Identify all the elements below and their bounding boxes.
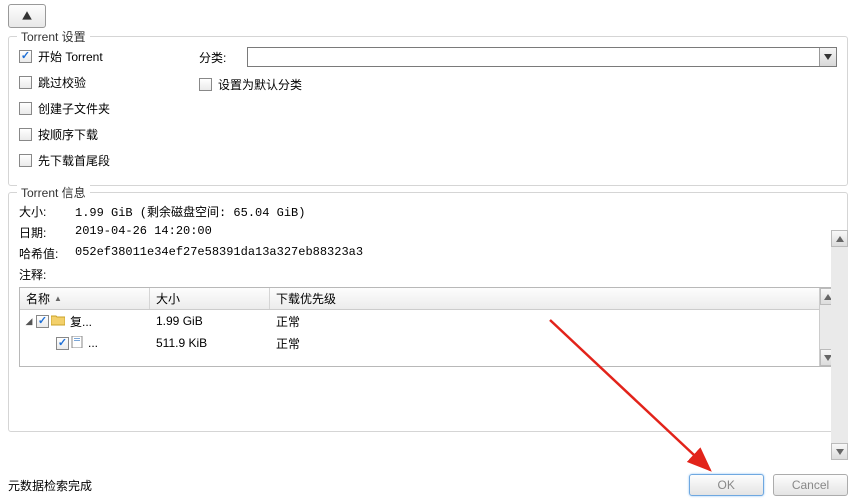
hash-label: 哈希值:	[19, 245, 69, 262]
scroll-up-button[interactable]	[831, 230, 848, 247]
chevron-down-icon	[824, 54, 832, 60]
torrent-info-group: Torrent 信息 大小: 1.99 GiB (剩余磁盘空间: 65.04 G…	[8, 192, 848, 432]
info-legend: Torrent 信息	[17, 184, 90, 201]
file-icon	[71, 336, 83, 351]
column-header-size[interactable]: 大小	[150, 288, 270, 309]
folder-icon	[51, 314, 65, 329]
label-start-torrent: 开始 Torrent	[38, 48, 103, 65]
row-priority: 正常	[270, 313, 836, 330]
collapse-up-button[interactable]	[8, 4, 46, 28]
combobox-dropdown-button[interactable]	[819, 48, 836, 66]
row-checkbox[interactable]	[56, 337, 69, 350]
comment-label: 注释:	[19, 266, 69, 283]
hash-value: 052ef38011e34ef27e58391da13a327eb88323a3	[75, 245, 363, 262]
status-text: 元数据检索完成	[8, 477, 92, 494]
table-row[interactable]: ... 511.9 KiB正常	[20, 332, 836, 354]
checkbox-first-last[interactable]	[19, 154, 32, 167]
tree-toggle[interactable]: ◢	[24, 316, 34, 327]
row-name: 复...	[70, 313, 92, 330]
date-value: 2019-04-26 14:20:00	[75, 224, 212, 241]
torrent-settings-group: Torrent 设置 开始 Torrent 跳过校验 创建子文件夹 按顺序下载 …	[8, 36, 848, 186]
row-name: ...	[88, 336, 98, 350]
settings-legend: Torrent 设置	[17, 28, 90, 45]
column-header-name[interactable]: 名称 ▲	[20, 288, 150, 309]
label-default-category: 设置为默认分类	[218, 76, 302, 93]
size-label: 大小:	[19, 203, 69, 220]
panel-scrollbar[interactable]	[831, 230, 848, 460]
checkbox-sequential[interactable]	[19, 128, 32, 141]
row-size: 1.99 GiB	[150, 314, 270, 328]
label-create-subfolder: 创建子文件夹	[38, 100, 110, 117]
triangle-up-icon	[21, 10, 33, 22]
category-combobox[interactable]	[247, 47, 837, 67]
row-priority: 正常	[270, 335, 836, 352]
table-header: 名称 ▲ 大小 下载优先级	[20, 288, 836, 310]
date-label: 日期:	[19, 224, 69, 241]
checkbox-start-torrent[interactable]	[19, 50, 32, 63]
label-first-last: 先下载首尾段	[38, 152, 110, 169]
table-row[interactable]: ◢ 复... 1.99 GiB正常	[20, 310, 836, 332]
row-checkbox[interactable]	[36, 315, 49, 328]
row-size: 511.9 KiB	[150, 336, 270, 350]
size-value: 1.99 GiB (剩余磁盘空间: 65.04 GiB)	[75, 203, 305, 220]
cancel-button[interactable]: Cancel	[773, 474, 848, 496]
checkbox-default-category[interactable]	[199, 78, 212, 91]
scroll-down-button[interactable]	[831, 443, 848, 460]
sort-indicator-icon: ▲	[54, 294, 62, 303]
file-table: 名称 ▲ 大小 下载优先级 ◢ 复... 1.99 GiB正常... 511.9 Ki…	[19, 287, 837, 367]
triangle-up-icon	[836, 236, 844, 242]
ok-button[interactable]: OK	[689, 474, 764, 496]
label-sequential: 按顺序下载	[38, 126, 98, 143]
label-skip-check: 跳过校验	[38, 74, 86, 91]
triangle-down-icon	[836, 449, 844, 455]
category-label: 分类:	[199, 49, 239, 66]
checkbox-create-subfolder[interactable]	[19, 102, 32, 115]
column-header-priority[interactable]: 下载优先级	[270, 288, 836, 309]
checkbox-skip-check[interactable]	[19, 76, 32, 89]
